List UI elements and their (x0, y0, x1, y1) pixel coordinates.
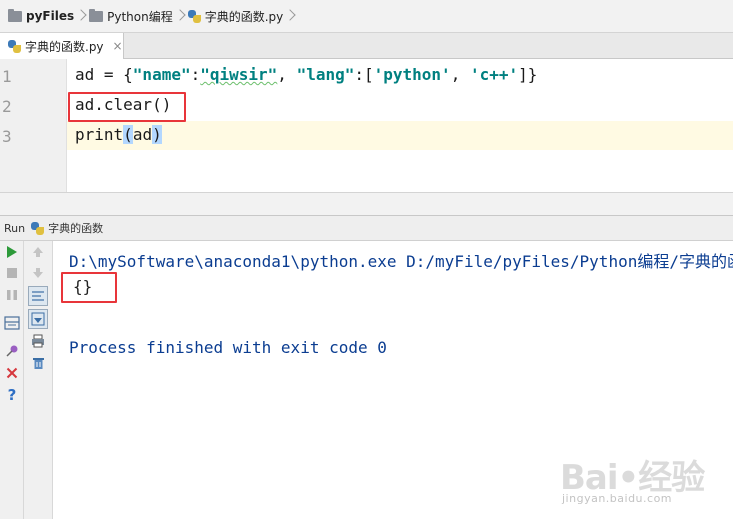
play-icon[interactable] (3, 243, 21, 261)
code-token: , (450, 65, 470, 84)
code-token: , (277, 65, 297, 84)
code-token: ]} (518, 65, 538, 84)
line-number-gutter: 1 2 3 (0, 59, 67, 192)
code-token: : (190, 65, 201, 84)
baidu-watermark: Bai•经验 jingyan.baidu.com (560, 440, 730, 510)
chevron-right-icon (176, 0, 184, 33)
python-file-icon (187, 9, 201, 23)
breadcrumb: pyFiles Python编程 字典的函数.py (0, 0, 733, 33)
matched-paren: ) (152, 125, 162, 144)
run-toolbar-primary: ? (0, 241, 24, 519)
current-line-highlight (67, 121, 733, 150)
code-token: ad = { (75, 65, 133, 84)
code-line-3: print(ad) (75, 125, 162, 144)
close-icon[interactable] (3, 364, 21, 382)
up-arrow-icon[interactable] (29, 243, 47, 261)
trash-icon[interactable] (29, 354, 47, 372)
pause-icon[interactable] (3, 286, 21, 304)
folder-icon (89, 8, 104, 22)
editor-scroll-area (0, 192, 733, 215)
breadcrumb-label: pyFiles (26, 9, 75, 23)
line-number: 2 (2, 97, 12, 116)
soft-wrap-icon[interactable] (28, 286, 48, 306)
breadcrumb-item-python-folder[interactable]: Python编程 (89, 0, 173, 32)
code-editor[interactable]: 1 2 3 ad = {"name":"qiwsir", "lang":['py… (0, 59, 733, 192)
print-icon[interactable] (29, 332, 47, 350)
string-token: "lang" (296, 65, 355, 84)
pin-icon[interactable] (3, 342, 21, 360)
run-toolbar-secondary (24, 241, 53, 519)
down-arrow-icon[interactable] (29, 264, 47, 282)
tab-title: 字典的函数.py (25, 39, 104, 54)
console-command-line: D:\mySoftware\anaconda1\python.exe D:/my… (69, 252, 733, 271)
breadcrumb-item-pyfiles[interactable]: pyFiles (8, 0, 74, 32)
stop-icon[interactable] (3, 264, 21, 282)
line-number: 3 (2, 127, 12, 146)
code-token: :[ (354, 65, 374, 84)
string-token: 'c++' (469, 65, 519, 84)
run-config-name[interactable]: 字典的函数 (48, 220, 103, 236)
breadcrumb-label: Python编程 (107, 9, 173, 24)
code-token: ad (132, 125, 153, 144)
annotation-highlight-box (68, 92, 186, 122)
editor-tab[interactable]: 字典的函数.py × (0, 33, 124, 59)
help-icon[interactable]: ? (3, 386, 21, 404)
code-token: print (75, 125, 124, 144)
watermark-url: jingyan.baidu.com (562, 492, 673, 505)
line-number: 1 (2, 67, 12, 86)
editor-tab-bar: 字典的函数.py × (0, 33, 733, 59)
folder-icon (8, 8, 22, 22)
console-exit-message: Process finished with exit code 0 (69, 338, 387, 357)
breadcrumb-label: 字典的函数.py (204, 9, 284, 24)
matched-paren: ( (123, 125, 133, 144)
python-run-config-icon (31, 221, 45, 235)
scroll-to-end-icon[interactable] (28, 309, 48, 329)
breadcrumb-item-file[interactable]: 字典的函数.py (187, 0, 284, 32)
string-token: 'python' (373, 65, 451, 84)
annotation-highlight-box (61, 272, 117, 303)
python-file-icon (8, 39, 21, 53)
string-token: "qiwsir" (200, 65, 278, 84)
layout-icon[interactable] (3, 314, 21, 332)
chevron-right-icon (77, 0, 85, 33)
code-line-1: ad = {"name":"qiwsir", "lang":['python',… (75, 65, 537, 84)
close-tab-icon[interactable]: × (113, 39, 123, 53)
string-token: "name" (132, 65, 191, 84)
run-panel-label: Run (4, 221, 26, 235)
code-area[interactable]: ad = {"name":"qiwsir", "lang":['python',… (67, 59, 733, 192)
run-panel-header: Run 字典的函数 (0, 215, 733, 241)
chevron-right-icon (286, 0, 294, 33)
